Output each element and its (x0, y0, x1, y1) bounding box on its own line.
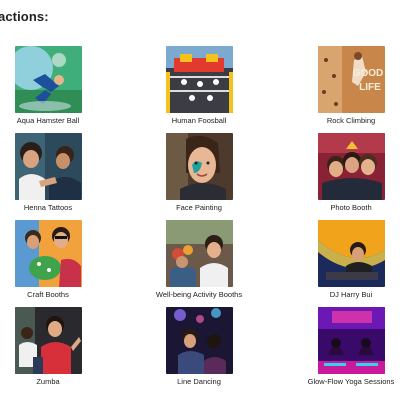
glow-flow-yoga-sessions-photo[interactable] (317, 307, 385, 374)
section-heading: actions: (0, 9, 49, 24)
attraction-label: Aqua Hamster Ball (16, 116, 80, 125)
attraction-label: Photo Booth (330, 203, 372, 212)
attraction-tile-craft-booths[interactable]: Craft Booths (0, 220, 113, 299)
attraction-label: Line Dancing (177, 377, 221, 386)
attraction-tile-human-foosball[interactable]: Human Foosball (134, 46, 264, 125)
attraction-label: Henna Tattoos (23, 203, 73, 212)
attraction-label: Rock Climbing (326, 116, 376, 125)
attraction-tile-rock-climbing[interactable]: GOOD LIFE Rock Climbing (286, 46, 400, 125)
svg-text:GOOD: GOOD (352, 68, 383, 79)
attraction-tile-glow-flow-yoga[interactable]: Glow-Flow Yoga Sessions (286, 307, 400, 386)
attraction-tile-aqua-hamster-ball[interactable]: Aqua Hamster Ball (0, 46, 113, 125)
attraction-label: Human Foosball (171, 116, 227, 125)
dj-harry-bui-photo[interactable] (317, 220, 385, 287)
photo-booth-photo[interactable] (317, 133, 385, 200)
human-foosball-photo[interactable] (165, 46, 233, 113)
attraction-tile-zumba[interactable]: Zumba (0, 307, 113, 386)
attraction-tile-face-painting[interactable]: Face Painting (134, 133, 264, 212)
attraction-tile-dj-harry-bui[interactable]: DJ Harry Bui (286, 220, 400, 299)
svg-text:LIFE: LIFE (359, 82, 381, 93)
attraction-tile-henna-tattoos[interactable]: Henna Tattoos (0, 133, 113, 212)
attraction-label: DJ Harry Bui (329, 290, 373, 299)
attraction-label: Zumba (36, 377, 60, 386)
rock-climbing-photo[interactable]: GOOD LIFE (317, 46, 385, 113)
craft-booths-photo[interactable] (14, 220, 82, 287)
attraction-label: Glow-Flow Yoga Sessions (307, 377, 395, 386)
zumba-photo[interactable] (14, 307, 82, 374)
attraction-tile-line-dancing[interactable]: Line Dancing (134, 307, 264, 386)
aqua-hamster-ball-photo[interactable] (14, 46, 82, 113)
attraction-label: Face Painting (176, 203, 222, 212)
face-painting-photo[interactable] (165, 133, 233, 200)
well-being-activity-booths-photo[interactable] (165, 220, 233, 287)
attraction-tile-photo-booth[interactable]: Photo Booth (286, 133, 400, 212)
attraction-tile-well-being-activity-booths[interactable]: Well-being Activity Booths (134, 220, 264, 299)
attractions-page: actions: Aqua Hamster Ball Human Foosbal… (0, 0, 400, 400)
henna-tattoos-photo[interactable] (14, 133, 82, 200)
attraction-label: Well-being Activity Booths (155, 290, 243, 299)
attraction-label: Craft Booths (27, 290, 69, 299)
line-dancing-photo[interactable] (165, 307, 233, 374)
